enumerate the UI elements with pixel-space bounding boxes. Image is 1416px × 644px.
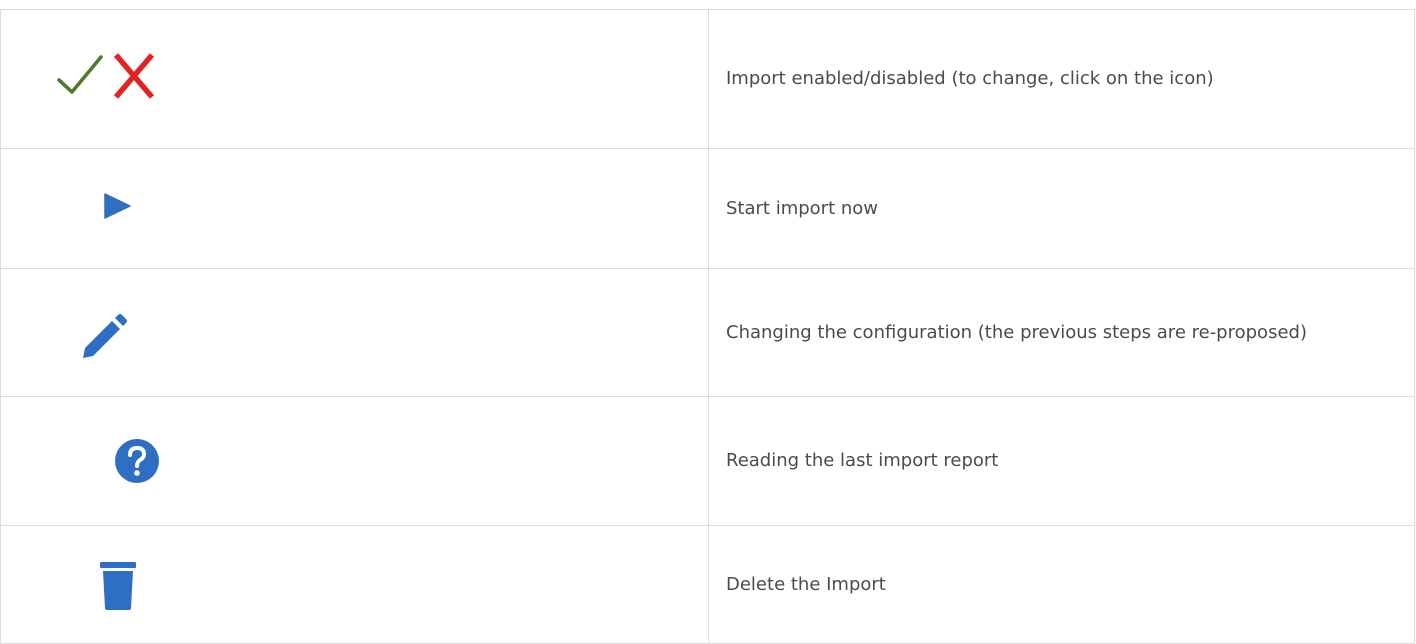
legend-row-start-import: Start import now — [0, 148, 1415, 269]
check-icon[interactable] — [56, 54, 104, 96]
legend-description: Import enabled/disabled (to change, clic… — [708, 9, 1415, 149]
legend-icon-cell — [0, 268, 709, 397]
pencil-icon[interactable] — [79, 312, 129, 362]
icon-legend-table: Import enabled/disabled (to change, clic… — [0, 9, 1415, 644]
legend-description: Reading the last import report — [708, 396, 1415, 526]
legend-icon-cell — [0, 148, 709, 269]
legend-description: Start import now — [708, 148, 1415, 269]
legend-row-import-report: Reading the last import report — [0, 396, 1415, 526]
legend-icon-cell — [0, 9, 709, 149]
legend-description: Delete the Import — [708, 525, 1415, 644]
legend-row-delete-import: Delete the Import — [0, 525, 1415, 644]
legend-icon-cell — [0, 396, 709, 526]
play-icon[interactable] — [104, 193, 132, 219]
legend-row-enable-toggle: Import enabled/disabled (to change, clic… — [0, 9, 1415, 149]
question-circle-icon[interactable] — [113, 437, 161, 485]
legend-row-edit-configuration: Changing the configuration (the previous… — [0, 268, 1415, 397]
legend-icon-cell — [0, 525, 709, 644]
legend-description: Changing the configuration (the previous… — [708, 268, 1415, 397]
trash-icon[interactable] — [99, 560, 137, 610]
x-icon[interactable] — [112, 53, 156, 99]
